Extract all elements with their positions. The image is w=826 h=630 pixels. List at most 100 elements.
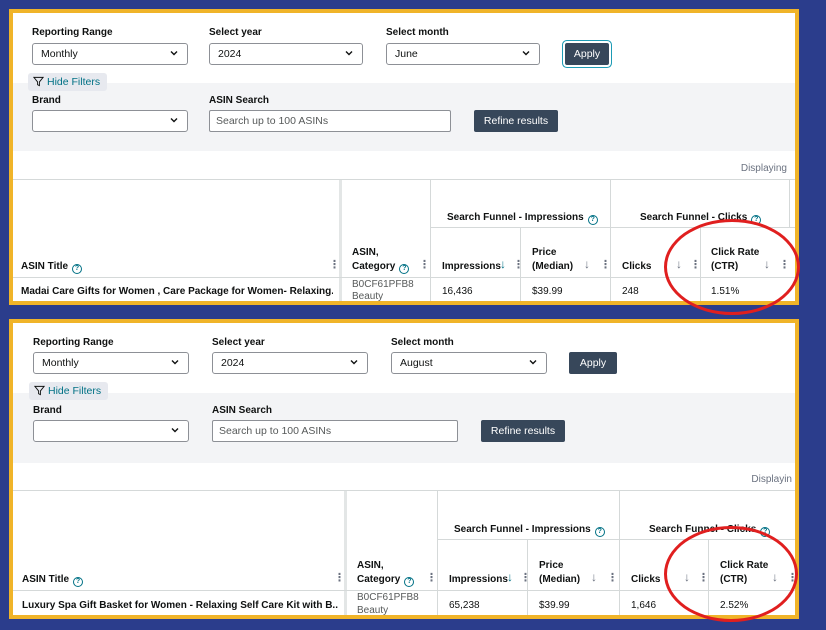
chevron-down-icon (522, 51, 530, 56)
chevron-down-icon (170, 118, 178, 123)
row-asin-title[interactable]: Luxury Spa Gift Basket for Women - Relax… (22, 600, 338, 611)
header-asin[interactable]: ASIN, (352, 246, 379, 259)
asin-search-label: ASIN Search (212, 405, 273, 416)
category-label: Category (352, 261, 396, 272)
apply-button[interactable]: Apply (569, 352, 617, 374)
asin-search-input[interactable]: Search up to 100 ASINs (209, 110, 451, 132)
help-circle-icon[interactable]: ? (587, 215, 598, 225)
hide-filters-label: Hide Filters (47, 76, 101, 88)
reporting-range-value: Monthly (42, 357, 79, 369)
reporting-range-select[interactable]: Monthly (33, 352, 189, 374)
column-menu-icon[interactable]: ⋮ (607, 571, 618, 584)
apply-button[interactable]: Apply (563, 41, 611, 67)
header-impressions[interactable]: Impressions (442, 260, 501, 273)
column-divider (789, 180, 790, 228)
help-circle-icon[interactable]: ? (72, 264, 83, 274)
sort-arrow-icon[interactable]: ↓ (584, 257, 590, 271)
column-divider (430, 180, 431, 301)
filter-section: Reporting Range Monthly Select year 2024… (13, 13, 795, 151)
displaying-text: Displaying (740, 163, 787, 174)
header-impressions[interactable]: Impressions (449, 573, 508, 586)
header-price-median: (Median) (539, 574, 581, 585)
column-divider (610, 180, 611, 301)
year-label: Select year (212, 337, 265, 348)
asin-search-input[interactable]: Search up to 100 ASINs (212, 420, 458, 442)
help-circle-icon[interactable]: ? (73, 577, 84, 587)
month-select[interactable]: June (386, 43, 540, 65)
header-asin-title[interactable]: ASIN Title? (22, 573, 84, 587)
help-circle-icon[interactable]: ? (594, 527, 605, 537)
sort-arrow-icon[interactable]: ↓ (591, 570, 597, 584)
group-header-impressions: Search Funnel - Impressions? (447, 211, 598, 225)
year-label: Select year (209, 27, 262, 38)
header-clicks[interactable]: Clicks (622, 260, 651, 273)
hide-filters-button[interactable]: Hide Filters (28, 73, 108, 91)
header-asin-title[interactable]: ASIN Title? (21, 260, 83, 274)
displaying-text: Displayin (751, 474, 792, 485)
reporting-range-value: Monthly (41, 48, 78, 60)
sort-arrow-icon[interactable]: ↓ (507, 570, 513, 584)
sort-arrow-icon[interactable]: ↓ (500, 257, 506, 271)
filter-icon (32, 76, 45, 87)
chevron-down-icon (350, 360, 358, 365)
month-label: Select month (391, 337, 454, 348)
brand-label: Brand (32, 95, 61, 106)
help-circle-icon[interactable]: ? (404, 577, 415, 587)
column-menu-icon[interactable]: ⋮ (513, 258, 524, 271)
header-clicks[interactable]: Clicks (631, 573, 660, 586)
category-label: Category (357, 574, 401, 585)
group-impressions-label: Search Funnel - Impressions (454, 524, 591, 535)
header-category[interactable]: Category? (357, 573, 415, 587)
column-menu-icon[interactable]: ⋮ (334, 571, 345, 584)
header-price[interactable]: Price (532, 246, 556, 259)
year-value: 2024 (221, 357, 245, 369)
chevron-down-icon (171, 428, 179, 433)
column-divider (344, 491, 347, 615)
brand-select[interactable] (32, 110, 188, 132)
row-category: Beauty (357, 605, 389, 616)
column-menu-icon[interactable]: ⋮ (426, 571, 437, 584)
month-label: Select month (386, 27, 449, 38)
year-select[interactable]: 2024 (212, 352, 368, 374)
row-asin-title[interactable]: Madai Care Gifts for Women , Care Packag… (21, 286, 333, 297)
help-circle-icon[interactable]: ? (399, 264, 410, 274)
header-category[interactable]: Category? (352, 260, 410, 274)
row-price: $39.99 (532, 286, 563, 297)
row-impressions: 65,238 (449, 600, 480, 611)
chevron-down-icon (170, 51, 178, 56)
asin-search-label: ASIN Search (209, 95, 270, 106)
group-impressions-label: Search Funnel - Impressions (447, 212, 584, 223)
refine-results-button[interactable]: Refine results (481, 420, 565, 442)
hide-filters-button[interactable]: Hide Filters (29, 382, 109, 400)
column-menu-icon[interactable]: ⋮ (419, 258, 430, 271)
month-select[interactable]: August (391, 352, 547, 374)
ctr-highlight-ellipse (664, 526, 798, 622)
header-asin[interactable]: ASIN, (357, 559, 384, 572)
refine-results-button[interactable]: Refine results (474, 110, 558, 132)
column-menu-icon[interactable]: ⋮ (520, 571, 531, 584)
asin-title-label: ASIN Title (22, 574, 70, 585)
column-menu-icon[interactable]: ⋮ (600, 258, 611, 271)
column-menu-icon[interactable]: ⋮ (329, 258, 340, 271)
brand-label: Brand (33, 405, 62, 416)
chevron-down-icon (529, 360, 537, 365)
filter-icon (33, 385, 46, 396)
row-clicks: 1,646 (631, 600, 657, 611)
ctr-highlight-ellipse (664, 219, 800, 315)
reporting-range-select[interactable]: Monthly (32, 43, 188, 65)
asin-title-label: ASIN Title (21, 261, 69, 272)
row-asin[interactable]: B0CF61PFB8 (357, 592, 419, 603)
column-divider (437, 491, 438, 615)
row-category: Beauty (352, 291, 384, 302)
year-value: 2024 (218, 48, 242, 60)
chevron-down-icon (171, 360, 179, 365)
row-asin[interactable]: B0CF61PFB8 (352, 279, 414, 290)
year-select[interactable]: 2024 (209, 43, 363, 65)
brand-select[interactable] (33, 420, 189, 442)
month-value: June (395, 48, 418, 60)
hide-filters-label: Hide Filters (48, 385, 102, 397)
chevron-down-icon (345, 51, 353, 56)
header-price[interactable]: Price (539, 559, 563, 572)
reporting-range-label: Reporting Range (33, 337, 114, 348)
header-price-median: (Median) (532, 261, 574, 272)
